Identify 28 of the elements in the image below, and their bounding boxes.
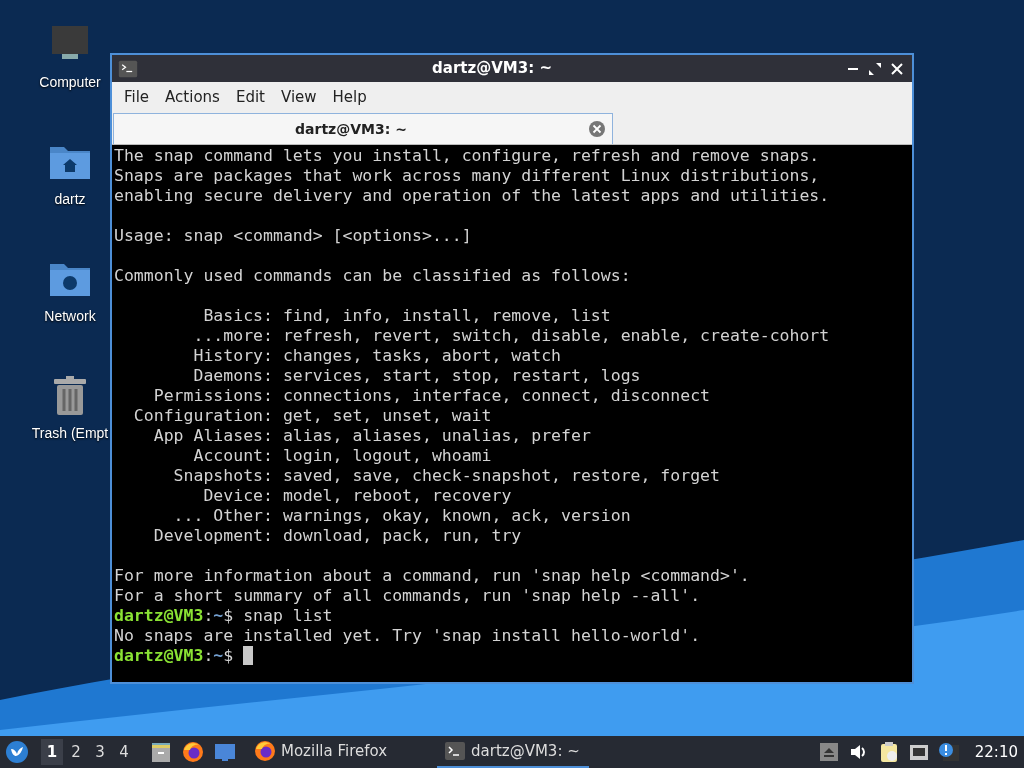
- notification-icon[interactable]: [936, 740, 961, 764]
- workspace-button[interactable]: 2: [65, 739, 87, 765]
- workspace-button[interactable]: 3: [89, 739, 111, 765]
- desktop-icon-label[interactable]: dartz: [54, 189, 86, 210]
- window-title: dartz@VM3: ~: [431, 58, 553, 80]
- desktop-icon-label[interactable]: Trash (Empt: [31, 423, 109, 444]
- terminal-icon: [443, 739, 467, 763]
- taskbar-button[interactable]: Mozilla Firefox: [247, 736, 437, 768]
- tab[interactable]: dartz@VM3: ~: [113, 113, 613, 144]
- menu-item[interactable]: Edit: [227, 85, 273, 109]
- menu-item[interactable]: Help: [324, 85, 375, 109]
- menu-item[interactable]: View: [272, 85, 325, 109]
- terminal-output: The snap command lets you install, configure, refresh and remove snaps. Snaps are packages that work across many different Linux distributions, enabling secure delivery and operation of the latest apps and utilities. Usage: snap <command> [<options>...] Commonly used commands can be classified as follows: Basics: find, info, install, remove, list ...more: refresh, revert, switch, disable, enable, create-cohort History: changes, tasks, abort, watch Daemons: services, start, stop, restart, logs Permissions: connections, interface, connect, disconnect Configuration: get, set, unset, wait App Aliases: alias, aliases, unalias, prefer Account: login, logout, whoami Snapshots: saved, save, check-snapshot, restore, forget Device: model, reboot, recovery ... Other: warnings, okay, known, ack, version Development: download, pack, run, try For more information about a command, run 'snap help <command>'. For a short summary of all commands, run 'snap help --all'. dartz@VM3:~$ snap list No snaps are installed yet. Try 'snap install hello-world'. dartz@VM3:~$: [112, 145, 912, 682]
- workspace-button[interactable]: 4: [113, 739, 135, 765]
- close-icon[interactable]: [890, 61, 904, 76]
- start-menu-icon[interactable]: [5, 740, 29, 764]
- firefox-icon: [253, 739, 277, 763]
- workspace-button[interactable]: 1: [41, 739, 63, 765]
- menu-item[interactable]: File: [116, 85, 158, 109]
- menu-item[interactable]: Actions: [157, 85, 228, 109]
- file-cabinet-icon[interactable]: [149, 740, 173, 764]
- taskbar-button[interactable]: dartz@VM3: ~: [437, 736, 589, 768]
- maximize-icon[interactable]: [868, 61, 882, 76]
- desktop-icon-label[interactable]: Network: [44, 306, 96, 327]
- clock[interactable]: 22:10: [974, 740, 1018, 764]
- firefox-icon[interactable]: [181, 740, 205, 764]
- desktop-icon-label[interactable]: Computer: [39, 72, 101, 93]
- terminal-icon: [118, 58, 138, 79]
